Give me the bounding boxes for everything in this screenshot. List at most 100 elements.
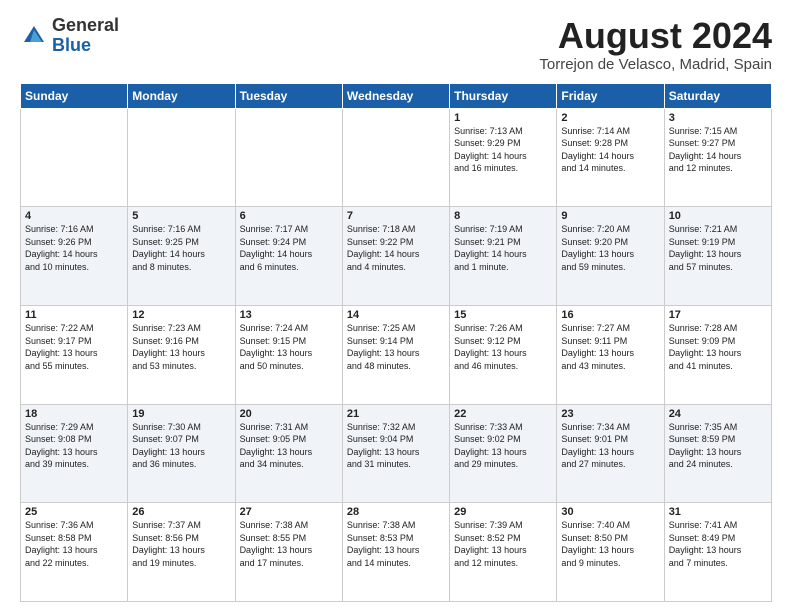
day-info: Sunrise: 7:15 AM Sunset: 9:27 PM Dayligh…	[669, 125, 767, 175]
day-info: Sunrise: 7:37 AM Sunset: 8:56 PM Dayligh…	[132, 519, 230, 569]
logo-general: General	[52, 16, 119, 36]
day-info: Sunrise: 7:20 AM Sunset: 9:20 PM Dayligh…	[561, 223, 659, 273]
day-cell: 30Sunrise: 7:40 AM Sunset: 8:50 PM Dayli…	[557, 503, 664, 602]
day-cell	[342, 108, 449, 207]
day-number: 2	[561, 112, 659, 124]
day-number: 20	[240, 408, 338, 420]
day-info: Sunrise: 7:14 AM Sunset: 9:28 PM Dayligh…	[561, 125, 659, 175]
day-cell: 26Sunrise: 7:37 AM Sunset: 8:56 PM Dayli…	[128, 503, 235, 602]
day-number: 30	[561, 506, 659, 518]
day-cell: 7Sunrise: 7:18 AM Sunset: 9:22 PM Daylig…	[342, 207, 449, 306]
day-cell: 13Sunrise: 7:24 AM Sunset: 9:15 PM Dayli…	[235, 305, 342, 404]
day-info: Sunrise: 7:32 AM Sunset: 9:04 PM Dayligh…	[347, 421, 445, 471]
day-number: 31	[669, 506, 767, 518]
day-cell: 3Sunrise: 7:15 AM Sunset: 9:27 PM Daylig…	[664, 108, 771, 207]
day-info: Sunrise: 7:36 AM Sunset: 8:58 PM Dayligh…	[25, 519, 123, 569]
day-info: Sunrise: 7:30 AM Sunset: 9:07 PM Dayligh…	[132, 421, 230, 471]
day-header-tuesday: Tuesday	[235, 83, 342, 108]
day-info: Sunrise: 7:41 AM Sunset: 8:49 PM Dayligh…	[669, 519, 767, 569]
day-number: 17	[669, 309, 767, 321]
day-cell: 4Sunrise: 7:16 AM Sunset: 9:26 PM Daylig…	[21, 207, 128, 306]
day-info: Sunrise: 7:28 AM Sunset: 9:09 PM Dayligh…	[669, 322, 767, 372]
day-cell: 23Sunrise: 7:34 AM Sunset: 9:01 PM Dayli…	[557, 404, 664, 503]
day-cell: 8Sunrise: 7:19 AM Sunset: 9:21 PM Daylig…	[450, 207, 557, 306]
day-info: Sunrise: 7:34 AM Sunset: 9:01 PM Dayligh…	[561, 421, 659, 471]
day-header-saturday: Saturday	[664, 83, 771, 108]
day-cell: 1Sunrise: 7:13 AM Sunset: 9:29 PM Daylig…	[450, 108, 557, 207]
day-cell: 6Sunrise: 7:17 AM Sunset: 9:24 PM Daylig…	[235, 207, 342, 306]
day-number: 1	[454, 112, 552, 124]
day-number: 23	[561, 408, 659, 420]
day-header-thursday: Thursday	[450, 83, 557, 108]
day-info: Sunrise: 7:27 AM Sunset: 9:11 PM Dayligh…	[561, 322, 659, 372]
day-info: Sunrise: 7:29 AM Sunset: 9:08 PM Dayligh…	[25, 421, 123, 471]
day-cell: 2Sunrise: 7:14 AM Sunset: 9:28 PM Daylig…	[557, 108, 664, 207]
day-info: Sunrise: 7:13 AM Sunset: 9:29 PM Dayligh…	[454, 125, 552, 175]
day-cell: 5Sunrise: 7:16 AM Sunset: 9:25 PM Daylig…	[128, 207, 235, 306]
day-number: 26	[132, 506, 230, 518]
day-number: 6	[240, 210, 338, 222]
title-block: August 2024 Torrejon de Velasco, Madrid,…	[539, 16, 772, 73]
day-cell: 17Sunrise: 7:28 AM Sunset: 9:09 PM Dayli…	[664, 305, 771, 404]
day-info: Sunrise: 7:23 AM Sunset: 9:16 PM Dayligh…	[132, 322, 230, 372]
day-number: 13	[240, 309, 338, 321]
day-number: 5	[132, 210, 230, 222]
day-number: 3	[669, 112, 767, 124]
day-number: 25	[25, 506, 123, 518]
day-number: 22	[454, 408, 552, 420]
logo-icon	[20, 22, 48, 50]
logo-text: General Blue	[52, 16, 119, 56]
day-cell: 22Sunrise: 7:33 AM Sunset: 9:02 PM Dayli…	[450, 404, 557, 503]
day-cell: 20Sunrise: 7:31 AM Sunset: 9:05 PM Dayli…	[235, 404, 342, 503]
page: General Blue August 2024 Torrejon de Vel…	[0, 0, 792, 612]
day-info: Sunrise: 7:22 AM Sunset: 9:17 PM Dayligh…	[25, 322, 123, 372]
day-header-monday: Monday	[128, 83, 235, 108]
day-cell: 19Sunrise: 7:30 AM Sunset: 9:07 PM Dayli…	[128, 404, 235, 503]
calendar-body: 1Sunrise: 7:13 AM Sunset: 9:29 PM Daylig…	[21, 108, 772, 601]
day-number: 21	[347, 408, 445, 420]
day-info: Sunrise: 7:26 AM Sunset: 9:12 PM Dayligh…	[454, 322, 552, 372]
day-info: Sunrise: 7:17 AM Sunset: 9:24 PM Dayligh…	[240, 223, 338, 273]
day-cell: 18Sunrise: 7:29 AM Sunset: 9:08 PM Dayli…	[21, 404, 128, 503]
week-row-4: 18Sunrise: 7:29 AM Sunset: 9:08 PM Dayli…	[21, 404, 772, 503]
location-title: Torrejon de Velasco, Madrid, Spain	[539, 56, 772, 73]
day-number: 28	[347, 506, 445, 518]
day-number: 19	[132, 408, 230, 420]
day-cell: 25Sunrise: 7:36 AM Sunset: 8:58 PM Dayli…	[21, 503, 128, 602]
day-cell	[128, 108, 235, 207]
week-row-3: 11Sunrise: 7:22 AM Sunset: 9:17 PM Dayli…	[21, 305, 772, 404]
header: General Blue August 2024 Torrejon de Vel…	[20, 16, 772, 73]
week-row-5: 25Sunrise: 7:36 AM Sunset: 8:58 PM Dayli…	[21, 503, 772, 602]
day-cell: 31Sunrise: 7:41 AM Sunset: 8:49 PM Dayli…	[664, 503, 771, 602]
logo-blue: Blue	[52, 36, 119, 56]
month-title: August 2024	[539, 16, 772, 56]
day-info: Sunrise: 7:18 AM Sunset: 9:22 PM Dayligh…	[347, 223, 445, 273]
day-info: Sunrise: 7:25 AM Sunset: 9:14 PM Dayligh…	[347, 322, 445, 372]
day-cell: 21Sunrise: 7:32 AM Sunset: 9:04 PM Dayli…	[342, 404, 449, 503]
calendar-header: SundayMondayTuesdayWednesdayThursdayFrid…	[21, 83, 772, 108]
day-cell	[21, 108, 128, 207]
day-info: Sunrise: 7:35 AM Sunset: 8:59 PM Dayligh…	[669, 421, 767, 471]
day-number: 11	[25, 309, 123, 321]
day-info: Sunrise: 7:24 AM Sunset: 9:15 PM Dayligh…	[240, 322, 338, 372]
day-number: 12	[132, 309, 230, 321]
day-number: 16	[561, 309, 659, 321]
day-info: Sunrise: 7:38 AM Sunset: 8:53 PM Dayligh…	[347, 519, 445, 569]
day-number: 24	[669, 408, 767, 420]
week-row-1: 1Sunrise: 7:13 AM Sunset: 9:29 PM Daylig…	[21, 108, 772, 207]
day-info: Sunrise: 7:38 AM Sunset: 8:55 PM Dayligh…	[240, 519, 338, 569]
day-header-wednesday: Wednesday	[342, 83, 449, 108]
header-row: SundayMondayTuesdayWednesdayThursdayFrid…	[21, 83, 772, 108]
day-cell: 11Sunrise: 7:22 AM Sunset: 9:17 PM Dayli…	[21, 305, 128, 404]
calendar-table: SundayMondayTuesdayWednesdayThursdayFrid…	[20, 83, 772, 602]
day-info: Sunrise: 7:33 AM Sunset: 9:02 PM Dayligh…	[454, 421, 552, 471]
day-cell: 9Sunrise: 7:20 AM Sunset: 9:20 PM Daylig…	[557, 207, 664, 306]
day-cell: 27Sunrise: 7:38 AM Sunset: 8:55 PM Dayli…	[235, 503, 342, 602]
day-number: 27	[240, 506, 338, 518]
day-info: Sunrise: 7:39 AM Sunset: 8:52 PM Dayligh…	[454, 519, 552, 569]
day-number: 4	[25, 210, 123, 222]
day-info: Sunrise: 7:16 AM Sunset: 9:26 PM Dayligh…	[25, 223, 123, 273]
day-cell: 24Sunrise: 7:35 AM Sunset: 8:59 PM Dayli…	[664, 404, 771, 503]
day-cell: 29Sunrise: 7:39 AM Sunset: 8:52 PM Dayli…	[450, 503, 557, 602]
day-number: 29	[454, 506, 552, 518]
